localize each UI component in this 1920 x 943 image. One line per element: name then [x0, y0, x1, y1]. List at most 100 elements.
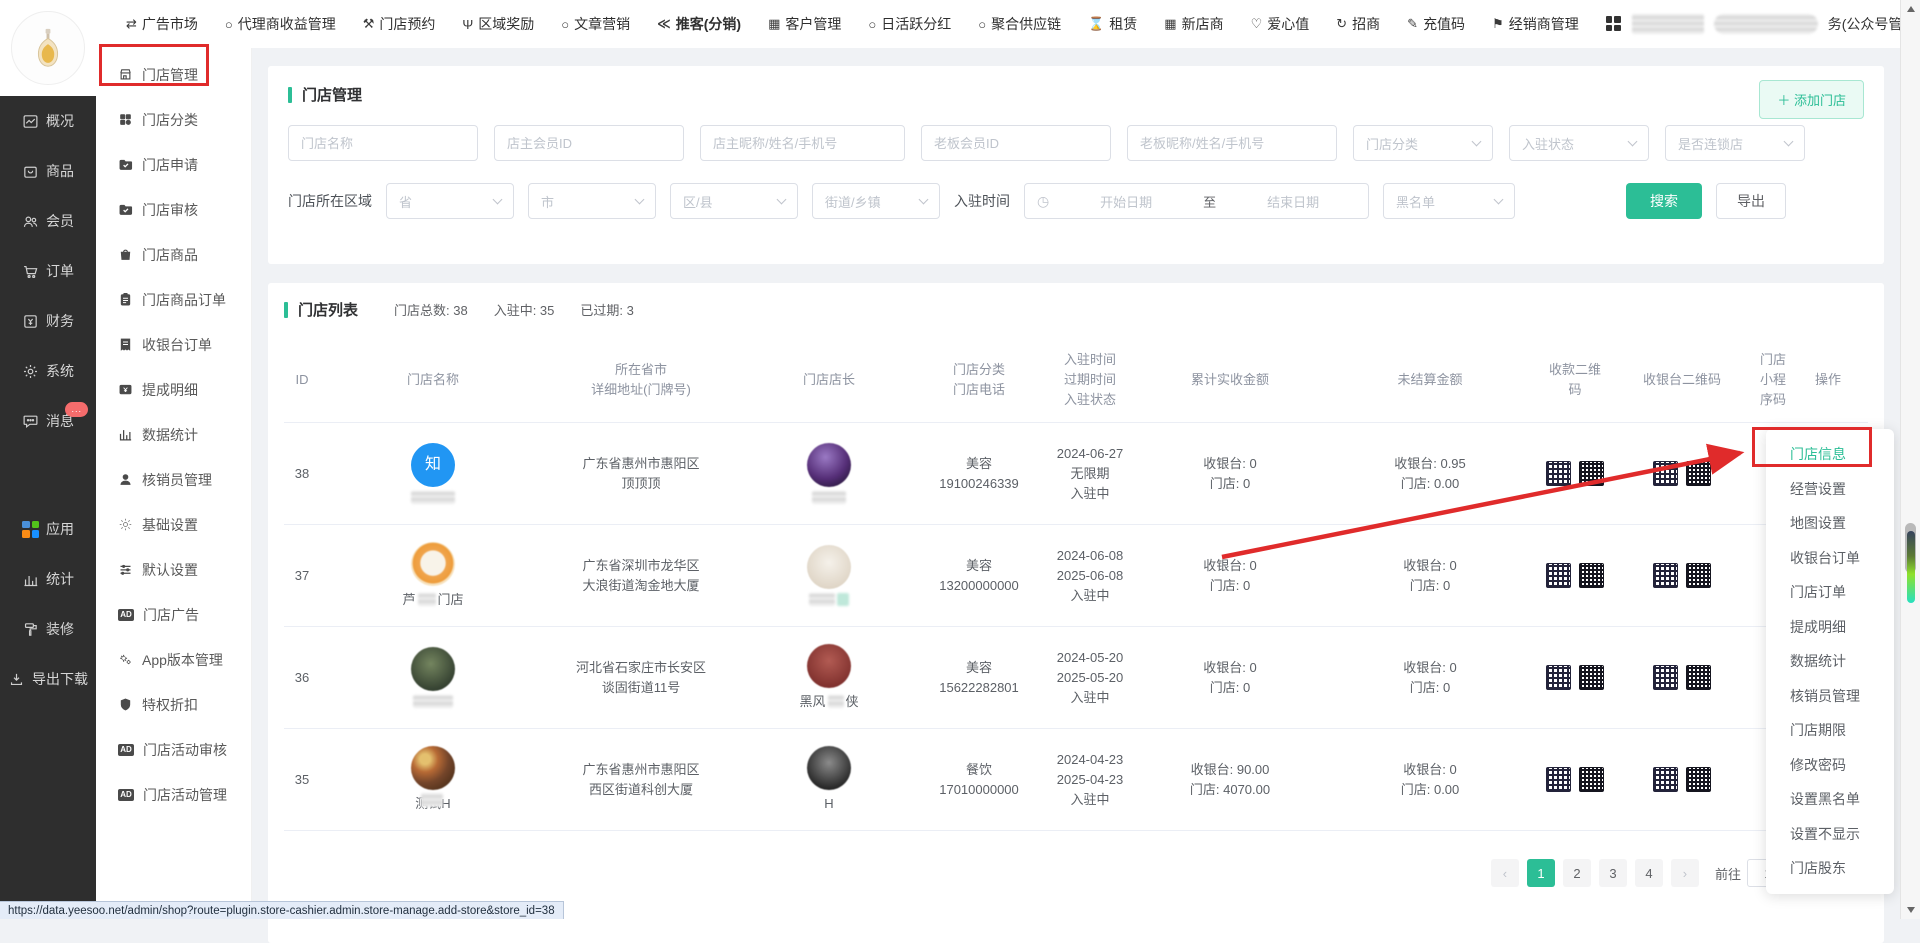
rail-item-export-download[interactable]: 导出下载 — [0, 654, 96, 704]
menu-item-store-info[interactable]: 门店信息 — [1766, 437, 1894, 472]
sidebar-item-commission-detail[interactable]: 提成明细 — [96, 367, 251, 412]
scroll-up-icon[interactable] — [1907, 6, 1915, 12]
menu-item-store-shareholder[interactable]: 门店股东 — [1766, 851, 1894, 886]
owner-nickname-input[interactable] — [700, 125, 905, 161]
end-date-placeholder[interactable]: 结束日期 — [1230, 192, 1356, 211]
sidebar-item-verifier-mgmt[interactable]: 核销员管理 — [96, 457, 251, 502]
qr-logo-icon[interactable] — [1653, 461, 1678, 486]
nav-new-store-merchant[interactable]: ▦新店商 — [1164, 14, 1223, 34]
nav-recharge-code[interactable]: ✎充值码 — [1407, 14, 1465, 34]
sidebar-item-app-version[interactable]: App版本管理 — [96, 637, 251, 682]
sidebar-item-store-activity-review[interactable]: AD门店活动审核 — [96, 727, 251, 772]
menu-item-set-hidden[interactable]: 设置不显示 — [1766, 817, 1894, 852]
start-date-placeholder[interactable]: 开始日期 — [1063, 192, 1189, 211]
menu-item-data-stats[interactable]: 数据统计 — [1766, 644, 1894, 679]
sidebar-item-store-ads[interactable]: AD门店广告 — [96, 592, 251, 637]
qr-logo-icon[interactable] — [1546, 665, 1571, 690]
rail-item-apps[interactable]: 应用 — [0, 504, 96, 554]
sidebar-item-store-goods[interactable]: 门店商品 — [96, 232, 251, 277]
province-select[interactable]: 省 — [386, 183, 514, 219]
owner-member-id-input[interactable] — [494, 125, 684, 161]
sidebar-item-default-settings[interactable]: 默认设置 — [96, 547, 251, 592]
nav-article-marketing[interactable]: ○文章营销 — [561, 14, 630, 34]
page-button-4[interactable]: 4 — [1635, 859, 1663, 887]
nav-agent-revenue[interactable]: ○代理商收益管理 — [225, 14, 336, 34]
nav-region-reward[interactable]: Ψ区域奖励 — [462, 14, 534, 34]
apps-grid-icon[interactable] — [1606, 16, 1622, 32]
sidebar-item-cashier-orders[interactable]: 收银台订单 — [96, 322, 251, 367]
qr-code-icon[interactable] — [1686, 563, 1711, 588]
rail-item-messages[interactable]: 消息... — [0, 396, 96, 446]
rail-item-finance[interactable]: 财务 — [0, 296, 96, 346]
menu-item-store-orders[interactable]: 门店订单 — [1766, 575, 1894, 610]
nav-customer-mgmt[interactable]: ▦客户管理 — [768, 14, 841, 34]
nav-love-value[interactable]: ♡爱心值 — [1251, 14, 1310, 34]
rail-item-goods[interactable]: 商品 — [0, 146, 96, 196]
scroll-down-icon[interactable] — [1907, 907, 1915, 913]
sidebar-item-store-goods-orders[interactable]: 门店商品订单 — [96, 277, 251, 322]
qr-code-icon[interactable] — [1686, 665, 1711, 690]
qr-code-icon[interactable] — [1686, 461, 1711, 486]
nav-ad-market[interactable]: ⇄广告市场 — [126, 14, 198, 34]
nav-aggregate-supply-chain[interactable]: ○聚合供应链 — [978, 14, 1061, 34]
qr-code-icon[interactable] — [1579, 665, 1604, 690]
qr-code-icon[interactable] — [1686, 767, 1711, 792]
sidebar-item-basic-settings[interactable]: 基础设置 — [96, 502, 251, 547]
nav-tuike-distribution[interactable]: ≪推客(分销) — [657, 14, 741, 34]
chain-store-select[interactable]: 是否连锁店 — [1665, 125, 1805, 161]
qr-logo-icon[interactable] — [1546, 563, 1571, 588]
qr-logo-icon[interactable] — [1653, 665, 1678, 690]
qr-code-icon[interactable] — [1579, 767, 1604, 792]
menu-item-cashier-orders[interactable]: 收银台订单 — [1766, 541, 1894, 576]
page-button-2[interactable]: 2 — [1563, 859, 1591, 887]
district-select[interactable]: 区/县 — [670, 183, 798, 219]
search-button[interactable]: 搜索 — [1626, 183, 1702, 219]
city-select[interactable]: 市 — [528, 183, 656, 219]
rail-item-members[interactable]: 会员 — [0, 196, 96, 246]
sidebar-item-store-category[interactable]: 门店分类 — [96, 97, 251, 142]
street-select[interactable]: 街道/乡镇 — [812, 183, 940, 219]
boss-nickname-input[interactable] — [1127, 125, 1337, 161]
menu-item-business-settings[interactable]: 经营设置 — [1766, 472, 1894, 507]
rail-item-decorate[interactable]: 装修 — [0, 604, 96, 654]
blacklist-select[interactable]: 黑名单 — [1383, 183, 1515, 219]
nav-investment[interactable]: ↻招商 — [1336, 14, 1380, 34]
nav-store-booking[interactable]: ⚒门店预约 — [363, 14, 436, 34]
nav-leasing[interactable]: ⌛租赁 — [1088, 14, 1137, 34]
page-button-3[interactable]: 3 — [1599, 859, 1627, 887]
menu-item-set-blacklist[interactable]: 设置黑名单 — [1766, 782, 1894, 817]
menu-item-map-settings[interactable]: 地图设置 — [1766, 506, 1894, 541]
rail-item-system[interactable]: 系统 — [0, 346, 96, 396]
nav-dealer-mgmt[interactable]: ⚑经销商管理 — [1492, 14, 1579, 34]
page-button-1[interactable]: 1 — [1527, 859, 1555, 887]
menu-item-commission-detail[interactable]: 提成明细 — [1766, 610, 1894, 645]
qr-logo-icon[interactable] — [1546, 461, 1571, 486]
menu-item-change-password[interactable]: 修改密码 — [1766, 748, 1894, 783]
prev-page-button[interactable]: ‹ — [1491, 859, 1519, 887]
boss-member-id-input[interactable] — [921, 125, 1111, 161]
add-store-button[interactable]: ＋ 添加门店 — [1759, 80, 1864, 119]
qr-logo-icon[interactable] — [1653, 563, 1678, 588]
next-page-button[interactable]: › — [1671, 859, 1699, 887]
store-name-input[interactable] — [288, 125, 478, 161]
sidebar-item-store-activity-mgmt[interactable]: AD门店活动管理 — [96, 772, 251, 817]
export-button[interactable]: 导出 — [1716, 183, 1786, 219]
menu-item-verifier-mgmt[interactable]: 核销员管理 — [1766, 679, 1894, 714]
rail-item-orders[interactable]: 订单 — [0, 246, 96, 296]
menu-item-store-term[interactable]: 门店期限 — [1766, 713, 1894, 748]
nav-daily-active-dividend[interactable]: ○日活跃分红 — [868, 14, 951, 34]
qr-code-icon[interactable] — [1579, 461, 1604, 486]
rail-item-overview[interactable]: 概况 — [0, 96, 96, 146]
entry-status-select[interactable]: 入驻状态 — [1509, 125, 1649, 161]
browser-scrollbar[interactable] — [1900, 0, 1920, 919]
qr-logo-icon[interactable] — [1546, 767, 1571, 792]
store-category-select[interactable]: 门店分类 — [1353, 125, 1493, 161]
date-range-input[interactable]: ◷ 开始日期 至 结束日期 — [1024, 183, 1369, 219]
sidebar-item-store-manage[interactable]: 门店管理 — [96, 52, 251, 97]
sidebar-item-store-apply[interactable]: 门店申请 — [96, 142, 251, 187]
sidebar-item-privilege-discount[interactable]: 特权折扣 — [96, 682, 251, 727]
sidebar-item-data-stats[interactable]: 数据统计 — [96, 412, 251, 457]
sidebar-item-store-review[interactable]: 门店审核 — [96, 187, 251, 232]
qr-code-icon[interactable] — [1579, 563, 1604, 588]
rail-item-stats[interactable]: 统计 — [0, 554, 96, 604]
